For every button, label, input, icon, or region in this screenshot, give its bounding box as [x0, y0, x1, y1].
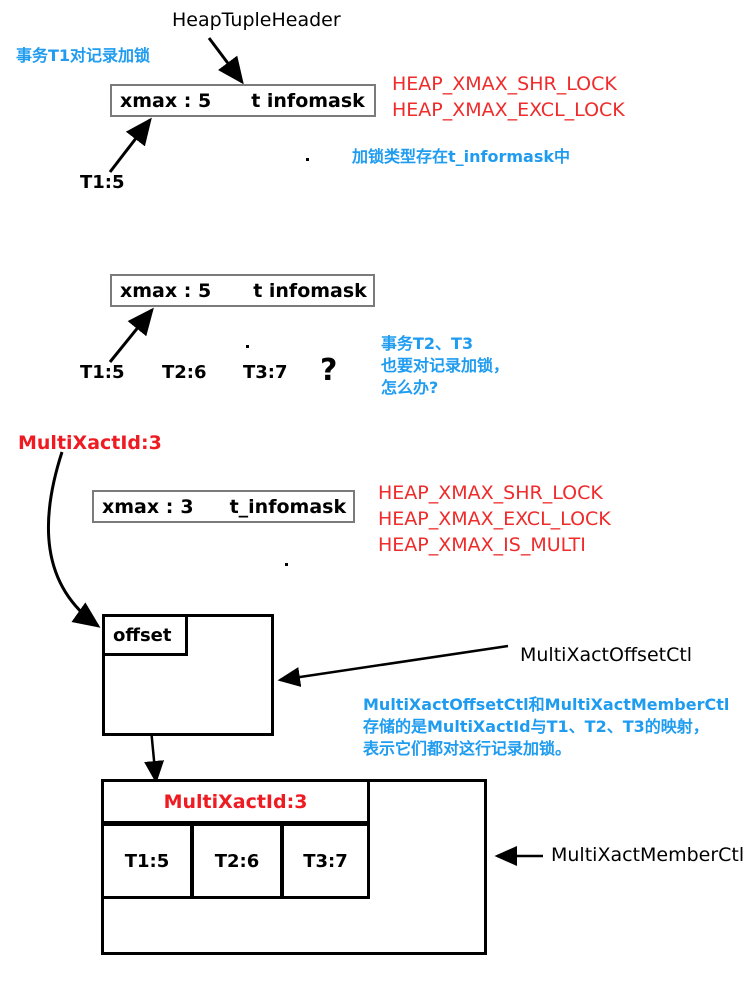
heap-tuple-header-box-1: xmax : 5 t infomask — [110, 84, 376, 117]
arrow-t1-to-box2 — [108, 307, 154, 363]
stray-dot-2 — [246, 345, 249, 348]
multixact-offset-cell: offset — [102, 614, 188, 656]
multixact-memberctl-label: MultiXactMemberCtl — [551, 844, 745, 866]
box1-xmax-label: xmax : 5 — [120, 89, 212, 112]
stray-dot-3 — [285, 563, 288, 566]
member-cell-1: T2:6 — [191, 823, 283, 899]
multixactid-label: MultiXactId:3 — [18, 432, 162, 454]
heap-tuple-header-box-2: xmax : 5 t infomask — [110, 274, 375, 307]
section2-txn-label-2: T3:7 — [243, 362, 288, 383]
box2-xmax-label: xmax : 5 — [120, 279, 212, 302]
multixact-member-header: MultiXactId:3 — [101, 779, 370, 824]
section3-note-blue: MultiXactOffsetCtl和MultiXactMemberCtl 存储… — [363, 695, 730, 759]
box2-infomask-label: t infomask — [253, 279, 367, 302]
member-cell-0: T1:5 — [101, 823, 193, 899]
section2-note-blue: 事务T2、T3 也要对记录加锁， 怎么办? — [381, 334, 510, 398]
member-cell-1-label: T2:6 — [214, 850, 260, 872]
member-cell-2: T3:7 — [281, 823, 370, 899]
section2-txn-label-0: T1:5 — [80, 362, 125, 383]
section1-flag-0: HEAP_XMAX_SHR_LOCK — [392, 73, 617, 95]
box1-infomask-label: t infomask — [251, 89, 365, 112]
member-cell-2-label: T3:7 — [303, 850, 348, 872]
diagram-canvas: HeapTupleHeader 事务T1对记录加锁 xmax : 5 t inf… — [0, 0, 751, 990]
section3-flag-0: HEAP_XMAX_SHR_LOCK — [378, 482, 603, 504]
section2-txn-label-1: T2:6 — [162, 362, 207, 383]
member-cell-0-label: T1:5 — [124, 850, 170, 872]
section1-note-blue-2: 加锁类型存在t_informask中 — [352, 147, 571, 166]
arrow-offsetctl-label — [277, 644, 509, 687]
heap-tuple-header-box-3: xmax : 3 t_infomask — [92, 490, 355, 523]
section1-flag-1: HEAP_XMAX_EXCL_LOCK — [392, 99, 625, 121]
box3-xmax-value: 3 — [180, 495, 194, 518]
heaptupleheader-label: HeapTupleHeader — [172, 9, 341, 31]
section1-txn-label: T1:5 — [80, 172, 125, 193]
offset-cell-label: offset — [113, 624, 172, 646]
multixact-offsetctl-label: MultiXactOffsetCtl — [520, 644, 693, 666]
section1-note-blue: 事务T1对记录加锁 — [16, 46, 151, 65]
stray-dot-1 — [306, 158, 309, 161]
box3-infomask-label: t_infomask — [229, 495, 347, 518]
arrow-t1-to-box1 — [108, 117, 152, 173]
section3-flag-1: HEAP_XMAX_EXCL_LOCK — [378, 508, 611, 530]
member-header-label: MultiXactId:3 — [163, 790, 308, 813]
section3-flag-2: HEAP_XMAX_IS_MULTI — [378, 534, 586, 556]
section2-question-mark: ? — [320, 353, 338, 388]
arrow-heaptupleheader — [207, 37, 244, 85]
arrow-multixactid-to-offset — [46, 451, 101, 628]
box3-xmax-key: xmax : — [102, 495, 174, 518]
